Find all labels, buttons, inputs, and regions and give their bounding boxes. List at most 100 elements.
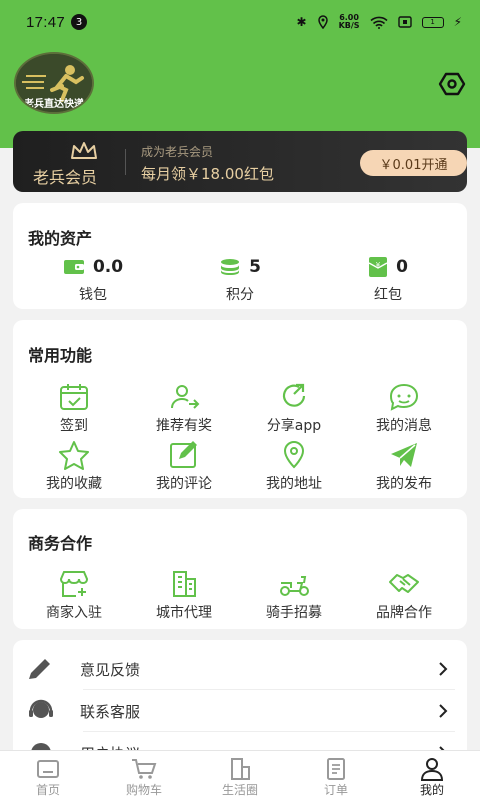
tab-orders-label: 订单 <box>323 783 348 797</box>
assets-card: 我的资产 0.0 钱包 5 积分 ¥ 0 红包 <box>13 203 467 309</box>
vip-membership-card[interactable]: 老兵会员 成为老兵会员 每月领￥18.00红包 ￥0.01开通 <box>13 131 467 192</box>
wifi-icon <box>370 16 388 29</box>
svg-text:¥: ¥ <box>376 261 381 269</box>
function-messages-label: 我的消息 <box>376 418 432 434</box>
bluetooth-icon: ✱ <box>296 15 307 29</box>
cart-icon <box>132 759 157 779</box>
vip-open-button[interactable]: ￥0.01开通 <box>360 150 467 176</box>
function-comments-label: 我的评论 <box>156 476 212 492</box>
charging-icon: ⚡ <box>453 15 462 29</box>
tab-home-label: 首页 <box>35 783 60 797</box>
home-icon <box>37 760 59 778</box>
scooter-icon <box>280 576 309 596</box>
vip-title: 老兵会员 <box>33 168 98 187</box>
user-icon <box>420 758 444 781</box>
business-card: 商务合作 商家入驻 城市代理 骑手招募 品牌合作 <box>13 509 467 629</box>
business-city-agent[interactable]: 城市代理 <box>129 569 239 622</box>
function-checkin-label: 签到 <box>60 418 88 434</box>
calendar-check-icon <box>60 384 88 410</box>
vip-offer: 每月领￥18.00红包 <box>141 165 274 183</box>
crown-icon <box>71 142 97 159</box>
red-packet-label: 红包 <box>374 287 402 303</box>
status-bar: 17:47 3 ✱ 6.00 KB/S 1 ⚡ <box>0 0 480 44</box>
asset-points[interactable]: 5 积分 <box>180 255 300 305</box>
function-comments[interactable]: 我的评论 <box>129 440 239 493</box>
coins-icon <box>221 259 240 275</box>
send-icon <box>391 443 417 467</box>
buildings-icon <box>173 571 196 597</box>
battery-level: 1 <box>430 18 435 26</box>
list-item-feedback-label: 意见反馈 <box>80 660 141 679</box>
business-merchant-label: 商家入驻 <box>46 605 102 621</box>
avatar-text: 老兵直达快递 <box>24 99 84 110</box>
wallet-icon <box>63 260 84 274</box>
function-address[interactable]: 我的地址 <box>239 440 349 493</box>
common-functions-title: 常用功能 <box>28 346 93 365</box>
business-title: 商务合作 <box>28 534 93 553</box>
sim-icon <box>397 16 412 28</box>
list-item-support[interactable]: 联系客服 <box>13 690 467 732</box>
headset-icon <box>29 699 53 718</box>
business-brand[interactable]: 品牌合作 <box>349 569 459 622</box>
network-speed: 6.00 KB/S <box>339 14 360 30</box>
shop-add-icon <box>59 571 89 597</box>
points-label: 积分 <box>226 287 254 303</box>
wallet-label: 钱包 <box>79 287 107 303</box>
notification-count-badge: 3 <box>71 14 88 30</box>
business-rider-recruit[interactable]: 骑手招募 <box>239 569 349 622</box>
tab-mine[interactable]: 我的 <box>384 751 480 800</box>
business-city-agent-label: 城市代理 <box>156 605 212 621</box>
function-favorites[interactable]: 我的收藏 <box>19 440 129 493</box>
function-refer[interactable]: 推荐有奖 <box>129 382 239 435</box>
vip-subtitle: 成为老兵会员 <box>141 145 214 159</box>
handshake-icon <box>389 574 419 593</box>
battery-icon: 1 <box>421 16 444 28</box>
network-speed-unit: KB/S <box>338 21 360 30</box>
function-share[interactable]: 分享app <box>239 382 349 435</box>
function-checkin[interactable]: 签到 <box>19 382 129 435</box>
asset-wallet[interactable]: 0.0 钱包 <box>33 255 153 305</box>
avatar[interactable]: 老兵直达快递 <box>14 52 94 114</box>
list-item-support-label: 联系客服 <box>80 702 141 721</box>
points-value: 5 <box>249 257 261 277</box>
business-merchant[interactable]: 商家入驻 <box>19 569 129 622</box>
asset-red-packet[interactable]: ¥ 0 红包 <box>328 255 448 305</box>
business-rider-recruit-label: 骑手招募 <box>266 605 322 621</box>
tab-life-circle[interactable]: 生活圈 <box>192 751 288 800</box>
function-publish-label: 我的发布 <box>376 476 432 492</box>
settings-icon[interactable] <box>438 70 466 98</box>
function-messages[interactable]: 我的消息 <box>349 382 459 435</box>
list-item-feedback[interactable]: 意见反馈 <box>13 648 467 690</box>
red-packet-value: 0 <box>396 257 408 277</box>
chevron-right-icon <box>439 662 448 676</box>
assets-title: 我的资产 <box>28 229 93 248</box>
function-address-label: 我的地址 <box>266 476 322 492</box>
building-icon <box>231 758 250 780</box>
user-refer-icon <box>171 385 200 409</box>
location-icon <box>283 440 305 469</box>
status-icons: ✱ 6.00 KB/S 1 ⚡ <box>297 14 462 30</box>
vip-divider <box>125 149 126 175</box>
star-icon <box>59 441 89 470</box>
bottom-tab-bar: 首页 购物车 生活圈 订单 我的 <box>0 750 480 800</box>
tab-cart[interactable]: 购物车 <box>96 751 192 800</box>
function-publish[interactable]: 我的发布 <box>349 440 459 493</box>
pencil-icon <box>29 659 50 679</box>
function-share-label: 分享app <box>266 418 322 434</box>
message-icon <box>389 383 419 411</box>
common-functions-card: 常用功能 签到 推荐有奖 分享app 我的消息 我的收藏 我的评论 我的地址 我… <box>13 320 467 498</box>
order-icon <box>327 758 345 780</box>
function-favorites-label: 我的收藏 <box>46 476 102 492</box>
location-status-icon <box>317 15 328 29</box>
tab-orders[interactable]: 订单 <box>288 751 384 800</box>
function-refer-label: 推荐有奖 <box>156 418 212 434</box>
status-time: 17:47 <box>26 13 66 31</box>
business-brand-label: 品牌合作 <box>376 605 432 621</box>
share-icon <box>282 383 306 407</box>
tab-cart-label: 购物车 <box>125 783 162 797</box>
red-packet-icon: ¥ <box>368 257 388 277</box>
tab-life-circle-label: 生活圈 <box>221 783 258 797</box>
tab-home[interactable]: 首页 <box>0 751 96 800</box>
chevron-right-icon <box>439 704 448 718</box>
tab-mine-label: 我的 <box>419 783 444 797</box>
